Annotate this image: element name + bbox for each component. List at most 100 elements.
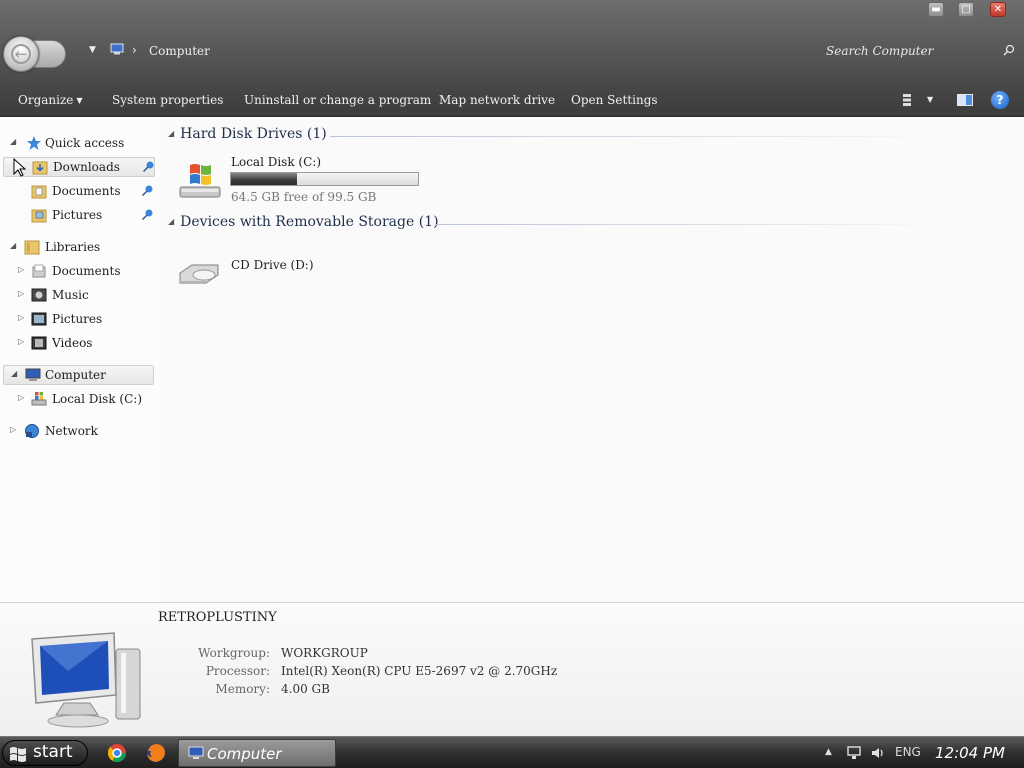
- organize-button[interactable]: Organize ▼: [18, 93, 83, 107]
- firefox-icon[interactable]: [145, 742, 167, 764]
- start-label: start: [33, 742, 73, 762]
- expanded-arrow-icon[interactable]: ◢: [11, 369, 17, 378]
- computer-icon: [110, 43, 124, 55]
- nav-documents-quick[interactable]: Documents: [0, 182, 158, 202]
- group-header-hard-disks[interactable]: ◢ Hard Disk Drives (1): [168, 126, 327, 142]
- help-button[interactable]: ?: [991, 91, 1009, 109]
- expanded-arrow-icon[interactable]: ◢: [10, 137, 16, 146]
- collapsed-arrow-icon[interactable]: ▷: [18, 265, 24, 274]
- drive-name: Local Disk (C:): [231, 155, 322, 169]
- collapse-group-icon[interactable]: ◢: [168, 217, 174, 226]
- nav-label: Pictures: [52, 208, 103, 222]
- group-header-removable[interactable]: ◢ Devices with Removable Storage (1): [168, 214, 439, 230]
- collapsed-arrow-icon[interactable]: ▷: [10, 425, 16, 434]
- title-bar: ▬ □ ✕ ← ▼ › Computer Search Computer: [0, 0, 1024, 84]
- downloads-folder-icon: [32, 161, 48, 175]
- nav-lib-pictures[interactable]: ▷ Pictures: [0, 310, 150, 330]
- mouse-cursor-icon: [13, 158, 27, 177]
- nav-label: Downloads: [53, 160, 120, 174]
- computer-icon: [188, 746, 204, 759]
- minimize-button[interactable]: ▬: [928, 2, 944, 17]
- nav-label: Documents: [52, 184, 121, 198]
- maximize-button[interactable]: □: [958, 2, 974, 17]
- libraries-icon: [24, 240, 40, 255]
- drive-usage-fill: [231, 173, 297, 185]
- nav-label: Pictures: [52, 312, 103, 326]
- nav-quick-access[interactable]: ◢ Quick access: [0, 134, 150, 154]
- nav-network[interactable]: ▷ Network: [0, 422, 150, 442]
- collapsed-arrow-icon[interactable]: ▷: [18, 393, 24, 402]
- memory-value: 4.00 GB: [281, 682, 330, 696]
- drive-local-disk-c[interactable]: Local Disk (C:) 64.5 GB free of 99.5 GB: [178, 155, 423, 207]
- back-arrow-icon: ←: [11, 44, 31, 64]
- back-button[interactable]: ←: [3, 36, 39, 72]
- music-library-icon: [31, 288, 47, 302]
- nav-lib-music[interactable]: ▷ Music: [0, 286, 150, 306]
- nav-label: Quick access: [45, 136, 125, 150]
- nav-label: Videos: [52, 336, 93, 350]
- taskbar-window-label: Computer: [207, 745, 282, 763]
- memory-label: Memory:: [215, 682, 270, 696]
- processor-label: Processor:: [205, 664, 270, 678]
- nav-label: Documents: [52, 264, 121, 278]
- collapsed-arrow-icon[interactable]: ▷: [18, 337, 24, 346]
- map-network-drive-button[interactable]: Map network drive: [439, 93, 555, 107]
- processor-value: Intel(R) Xeon(R) CPU E5-2697 v2 @ 2.70GH…: [281, 664, 558, 678]
- group-title: Hard Disk Drives (1): [180, 126, 327, 142]
- drive-cd-d[interactable]: CD Drive (D:): [178, 257, 378, 291]
- language-indicator[interactable]: ENG: [895, 745, 921, 759]
- uninstall-program-button[interactable]: Uninstall or change a program: [244, 93, 431, 107]
- nav-pictures-quick[interactable]: Pictures: [0, 206, 158, 226]
- system-properties-button[interactable]: System properties: [112, 93, 223, 107]
- clock[interactable]: 12:04 PM: [935, 744, 1005, 762]
- recent-locations-dropdown[interactable]: ▼: [89, 45, 96, 55]
- nav-computer[interactable]: ◢ Computer: [3, 365, 154, 385]
- nav-lib-videos[interactable]: ▷ Videos: [0, 334, 150, 354]
- workgroup-value: WORKGROUP: [281, 646, 368, 660]
- computer-monitor-icon: [31, 632, 141, 728]
- breadcrumb-separator[interactable]: ›: [132, 43, 137, 57]
- windows-logo-icon: [10, 747, 26, 762]
- collapsed-arrow-icon[interactable]: ▷: [18, 313, 24, 322]
- cd-drive-icon: [179, 264, 219, 284]
- nav-label: Computer: [45, 368, 106, 382]
- nav-libraries[interactable]: ◢ Libraries: [0, 238, 150, 258]
- network-icon: [25, 424, 39, 438]
- pictures-folder-icon: [31, 209, 47, 223]
- expanded-arrow-icon[interactable]: ◢: [10, 241, 16, 250]
- breadcrumb-computer[interactable]: Computer: [149, 44, 210, 58]
- pin-icon[interactable]: [141, 208, 154, 221]
- group-divider: [330, 136, 940, 137]
- network-tray-icon[interactable]: [846, 745, 862, 761]
- search-icon[interactable]: [1003, 44, 1015, 56]
- search-input[interactable]: Search Computer: [826, 44, 933, 58]
- taskbar-window-computer[interactable]: Computer: [178, 739, 336, 767]
- star-icon: [27, 136, 41, 150]
- nav-lib-documents[interactable]: ▷ Documents: [0, 262, 150, 282]
- nav-label: Music: [52, 288, 89, 302]
- chevron-down-icon: ▼: [76, 96, 83, 105]
- details-pane: RETROPLUSTINY Workgroup: WORKGROUP Proce…: [0, 602, 1024, 736]
- nav-label: Network: [45, 424, 98, 438]
- computer-name: RETROPLUSTINY: [158, 610, 277, 625]
- preview-pane-icon[interactable]: [957, 94, 973, 106]
- collapse-group-icon[interactable]: ◢: [168, 129, 174, 138]
- videos-library-icon: [31, 336, 47, 350]
- view-options-icon[interactable]: [902, 93, 912, 107]
- nav-local-disk[interactable]: ▷ Local Disk (C:): [0, 390, 150, 410]
- nav-label: Local Disk (C:): [52, 392, 143, 406]
- pin-icon[interactable]: [141, 184, 154, 197]
- drive-free-space: 64.5 GB free of 99.5 GB: [231, 190, 377, 204]
- show-hidden-icons-button[interactable]: ▲: [825, 747, 832, 757]
- windows-drive-icon: [179, 164, 221, 198]
- open-settings-button[interactable]: Open Settings: [571, 93, 658, 107]
- start-button[interactable]: start: [2, 740, 88, 766]
- view-options-dropdown[interactable]: ▼: [927, 95, 933, 104]
- collapsed-arrow-icon[interactable]: ▷: [18, 289, 24, 298]
- chrome-icon[interactable]: [106, 742, 128, 764]
- organize-label: Organize: [18, 93, 74, 107]
- pin-icon[interactable]: [142, 160, 155, 173]
- close-button[interactable]: ✕: [990, 2, 1006, 17]
- volume-icon[interactable]: [870, 745, 886, 761]
- drive-usage-bar: [230, 172, 419, 186]
